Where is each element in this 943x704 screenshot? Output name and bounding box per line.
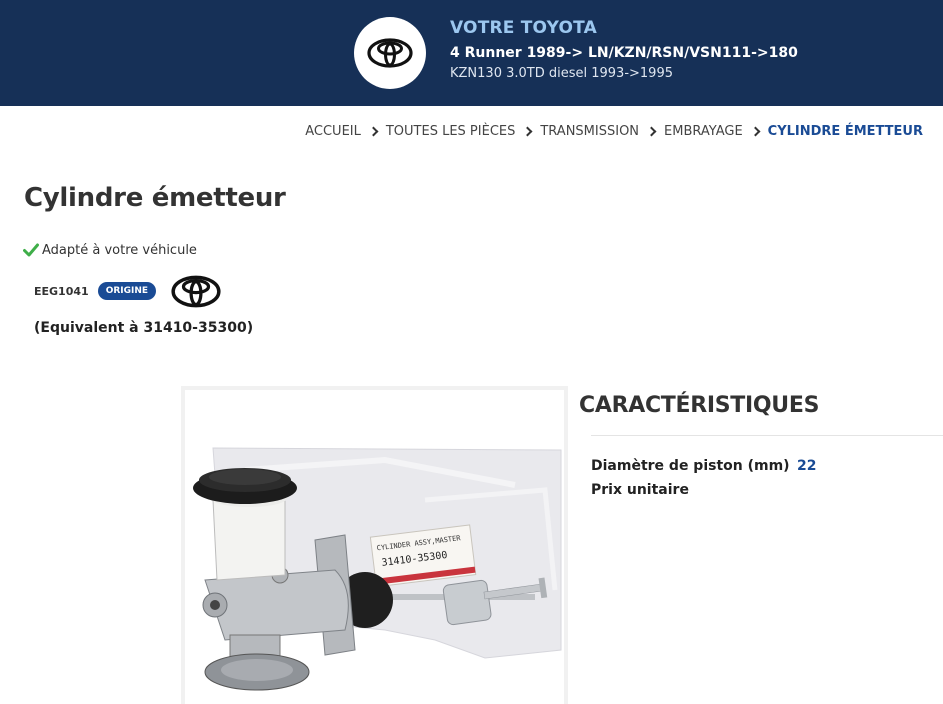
origin-badge: ORIGINE xyxy=(97,282,157,300)
check-icon xyxy=(23,243,39,257)
reference-row: EEG1041 ORIGINE xyxy=(34,273,222,309)
characteristic-row: Diamètre de piston (mm) 22 xyxy=(591,458,817,474)
vehicle-model: 4 Runner 1989-> LN/KZN/RSN/VSN111->180 xyxy=(450,45,798,61)
breadcrumb-transmission[interactable]: TRANSMISSION xyxy=(540,124,639,139)
divider xyxy=(591,435,943,436)
brand-logo xyxy=(170,273,222,309)
characteristics-list: Diamètre de piston (mm) 22 Prix unitaire xyxy=(591,458,817,506)
breadcrumb-embrayage[interactable]: EMBRAYAGE xyxy=(664,124,743,139)
vehicle-fit-indicator: Adapté à votre véhicule xyxy=(23,242,197,258)
product-photo: CYLINDER ASSY,MASTER 31410-35300 xyxy=(193,447,562,691)
characteristic-value: 22 xyxy=(797,458,817,474)
breadcrumb-current: CYLINDRE ÉMETTEUR xyxy=(767,124,923,139)
vehicle-header: VOTRE TOYOTA 4 Runner 1989-> LN/KZN/RSN/… xyxy=(0,0,943,106)
toyota-logo-icon xyxy=(367,38,413,68)
characteristics-title: CARACTÉRISTIQUES xyxy=(579,393,820,418)
product-image[interactable]: CYLINDER ASSY,MASTER 31410-35300 xyxy=(181,386,568,704)
vehicle-brand: VOTRE TOYOTA xyxy=(450,18,597,38)
breadcrumb-toutes-les-pieces[interactable]: TOUTES LES PIÈCES xyxy=(386,124,516,139)
toyota-logo-icon xyxy=(171,275,221,307)
reference-code: EEG1041 xyxy=(34,284,89,298)
chevron-right-icon xyxy=(750,126,761,137)
page-title: Cylindre émetteur xyxy=(24,183,286,213)
equivalent-reference: (Equivalent à 31410-35300) xyxy=(34,320,254,336)
characteristic-row: Prix unitaire xyxy=(591,482,817,498)
characteristic-label: Prix unitaire xyxy=(591,482,689,498)
chevron-right-icon xyxy=(522,126,533,137)
vehicle-engine: KZN130 3.0TD diesel 1993->1995 xyxy=(450,66,673,81)
breadcrumb-accueil[interactable]: ACCUEIL xyxy=(305,124,361,139)
breadcrumb: ACCUEIL TOUTES LES PIÈCES TRANSMISSION E… xyxy=(305,124,923,139)
fit-text: Adapté à votre véhicule xyxy=(42,242,197,258)
vehicle-info: VOTRE TOYOTA 4 Runner 1989-> LN/KZN/RSN/… xyxy=(450,18,798,81)
brand-logo-badge xyxy=(354,17,426,89)
chevron-right-icon xyxy=(646,126,657,137)
characteristic-label: Diamètre de piston (mm) xyxy=(591,458,790,474)
chevron-right-icon xyxy=(368,126,379,137)
